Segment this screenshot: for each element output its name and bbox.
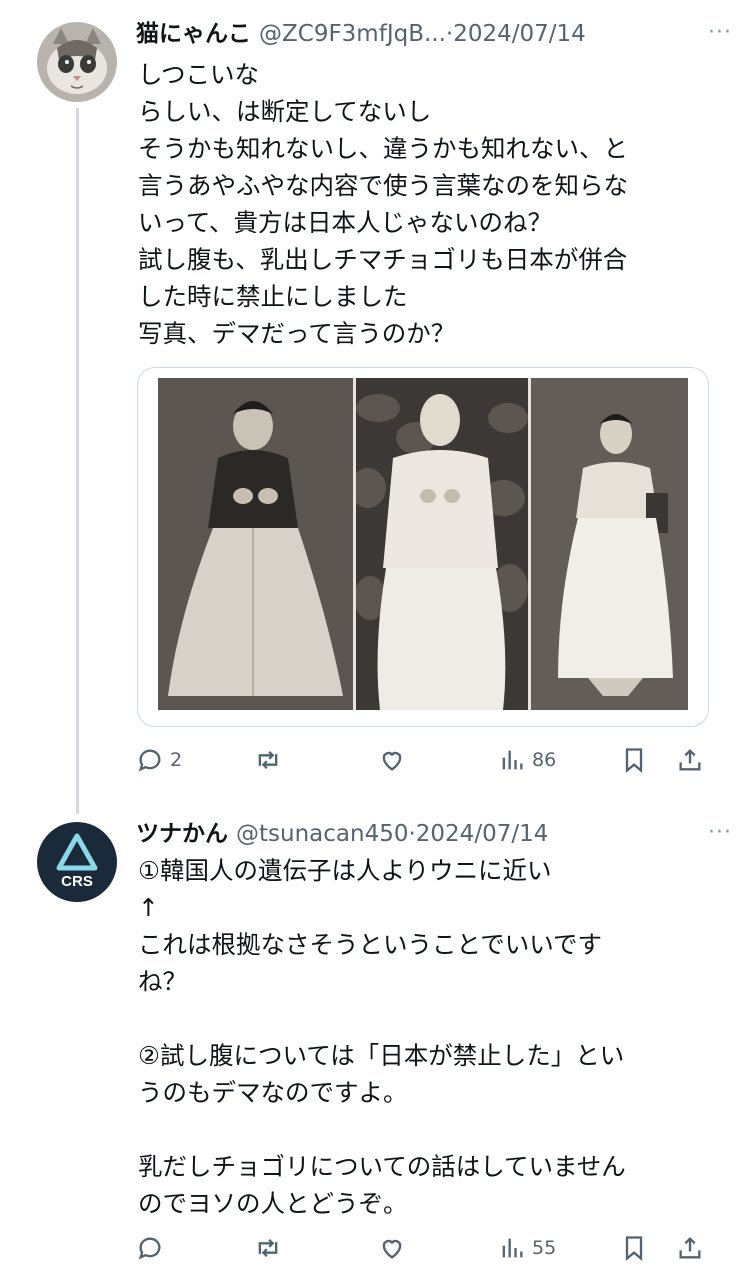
separator-dot: · (408, 821, 416, 847)
tweet-text: しつこいな らしい、は断定してないし そうかも知れないし、違うかも知れない、と … (138, 56, 706, 352)
media-card[interactable] (137, 367, 709, 727)
tweet-text-line: ②試し腹については「日本が禁止した」とい (138, 1041, 625, 1070)
tweet-text-line: 乳だしチョゴリについての話はしていません (138, 1152, 626, 1181)
avatar-cat[interactable] (37, 22, 117, 102)
like-button[interactable] (378, 1228, 412, 1268)
author-name[interactable]: 猫にゃんこ (136, 18, 251, 50)
bookmark-icon (625, 1236, 643, 1261)
reply-count: 2 (170, 749, 183, 771)
bookmark-icon (625, 748, 643, 773)
reply-icon (138, 749, 161, 772)
avatar-logo-text: CRS (61, 873, 93, 890)
tweet-text: ①韓国人の遺伝子は人よりウニに近い ↑ これは根拠なさそうということでいいです … (138, 852, 706, 1222)
retweet-icon (258, 751, 278, 769)
retweet-button[interactable] (254, 1228, 288, 1268)
views-button[interactable]: 55 (498, 1228, 556, 1268)
tweet-text-line: いって、貴方は日本人じゃないのね？ (138, 208, 553, 237)
avatar-crs-logo[interactable]: CRS (37, 822, 117, 902)
historical-photo-icon[interactable] (158, 378, 688, 710)
reply-icon (138, 1237, 161, 1260)
share-icon (679, 1237, 701, 1259)
tweet-date[interactable]: 2024/07/14 (453, 18, 586, 50)
reply-button[interactable] (136, 1228, 170, 1268)
author-handle[interactable]: @tsunacan450 (236, 818, 408, 850)
tweet-actions: 2 86 (136, 740, 708, 780)
separator-dot: · (445, 21, 454, 47)
tweet-text-line: 言うあやふやな内容で使う言葉なのを知らな (138, 171, 628, 200)
share-button[interactable] (676, 1228, 704, 1268)
views-count: 86 (532, 749, 557, 771)
reply-button[interactable]: 2 (136, 740, 182, 780)
tweet-text-line: しつこいな (138, 60, 260, 89)
bookmark-button[interactable] (620, 740, 648, 780)
analytics-icon (502, 750, 523, 770)
more-options-icon[interactable]: ··· (708, 20, 732, 45)
tweet-text-line (138, 1000, 706, 1037)
heart-icon (382, 751, 402, 771)
share-icon (679, 749, 701, 771)
more-options-icon[interactable]: ··· (708, 820, 732, 845)
share-button[interactable] (676, 740, 704, 780)
tweet[interactable]: 猫にゃんこ @ZC9F3mfJqB... · 2024/07/14 ··· しつ… (0, 0, 746, 800)
retweet-icon (258, 1239, 278, 1257)
tweet-text-line: これは根拠なさそうということでいいです (138, 930, 603, 959)
tweet-text-line: そうかも知れないし、違うかも知れない、と (138, 134, 628, 163)
tweet-text-line: ①韓国人の遺伝子は人よりウニに近い (138, 856, 552, 885)
tweet-text-line: した時に禁止にしました (138, 282, 408, 311)
views-button[interactable]: 86 (498, 740, 556, 780)
like-button[interactable] (378, 740, 412, 780)
bookmark-button[interactable] (620, 1228, 648, 1268)
tweet-text-line: のでヨソの人とどうぞ。 (138, 1189, 408, 1218)
author-name[interactable]: ツナかん (136, 818, 228, 850)
tweet-text-line: ↑ (138, 893, 159, 922)
heart-icon (382, 1239, 402, 1259)
tweet-text-line: らしい、は断定してないし (138, 97, 432, 126)
tweet-text-line: ね？ (138, 967, 187, 996)
tweet-text-line: 写真、デマだって言うのか？ (138, 319, 456, 348)
tweet-header: ツナかん @tsunacan450 · 2024/07/14 (136, 818, 706, 850)
tweet-header: 猫にゃんこ @ZC9F3mfJqB... · 2024/07/14 (136, 18, 706, 50)
tweet[interactable]: CRS ツナかん @tsunacan450 · 2024/07/14 ··· ①… (0, 800, 746, 1280)
views-count: 55 (532, 1237, 557, 1259)
tweet-text-line (138, 1111, 706, 1148)
tweet-text-line: 試し腹も、乳出しチマチョゴリも日本が併合 (138, 245, 628, 274)
tweet-date[interactable]: 2024/07/14 (416, 818, 549, 850)
author-handle[interactable]: @ZC9F3mfJqB... (259, 18, 446, 50)
tweet-text-line: うのもデマなのですよ。 (138, 1078, 408, 1107)
retweet-button[interactable] (254, 740, 288, 780)
analytics-icon (502, 1238, 523, 1258)
tweet-actions: 55 (136, 1228, 708, 1268)
